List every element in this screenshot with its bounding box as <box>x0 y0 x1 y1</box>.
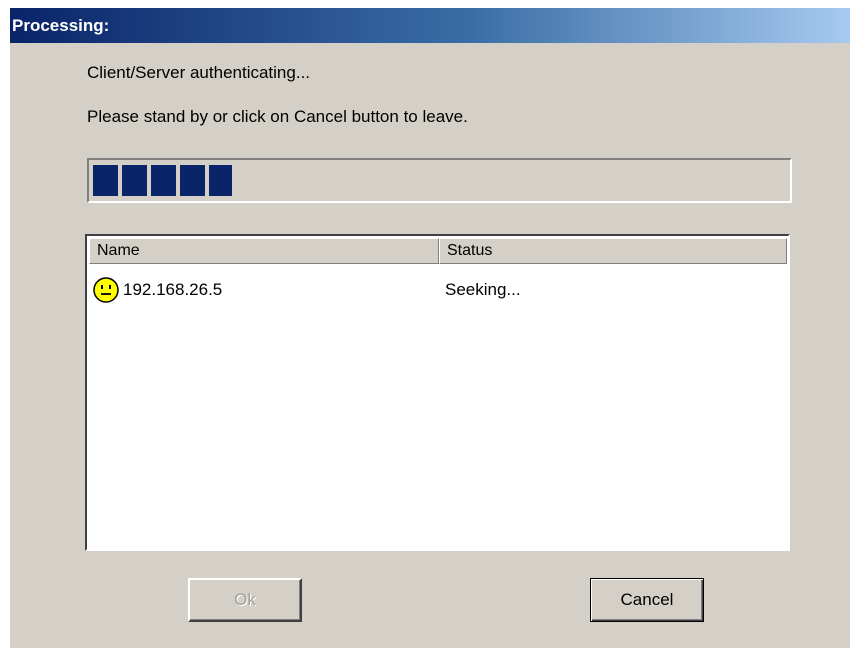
peer-list[interactable]: Name Status 192.168.26.5 Seeking... <box>85 234 790 551</box>
column-header-status[interactable]: Status <box>439 238 787 264</box>
window-title: Processing: <box>12 16 110 35</box>
smiley-neutral-icon <box>92 276 120 304</box>
cancel-button[interactable]: Cancel <box>590 578 704 622</box>
status-message: Client/Server authenticating... <box>87 63 311 82</box>
progress-track <box>93 165 786 196</box>
ok-button[interactable]: Ok <box>188 578 302 622</box>
list-header: Name Status <box>89 238 787 264</box>
progress-fill <box>93 165 232 196</box>
instruction-message: Please stand by or click on Cancel butto… <box>87 107 468 126</box>
title-bar[interactable]: Processing: <box>10 8 850 43</box>
processing-dialog: Processing: Client/Server authenticating… <box>10 8 850 648</box>
column-header-name[interactable]: Name <box>89 238 439 264</box>
row-status: Seeking... <box>445 280 521 299</box>
row-name: 192.168.26.5 <box>123 280 223 299</box>
list-item[interactable]: 192.168.26.5 Seeking... <box>89 276 786 306</box>
progress-bar <box>87 158 792 203</box>
